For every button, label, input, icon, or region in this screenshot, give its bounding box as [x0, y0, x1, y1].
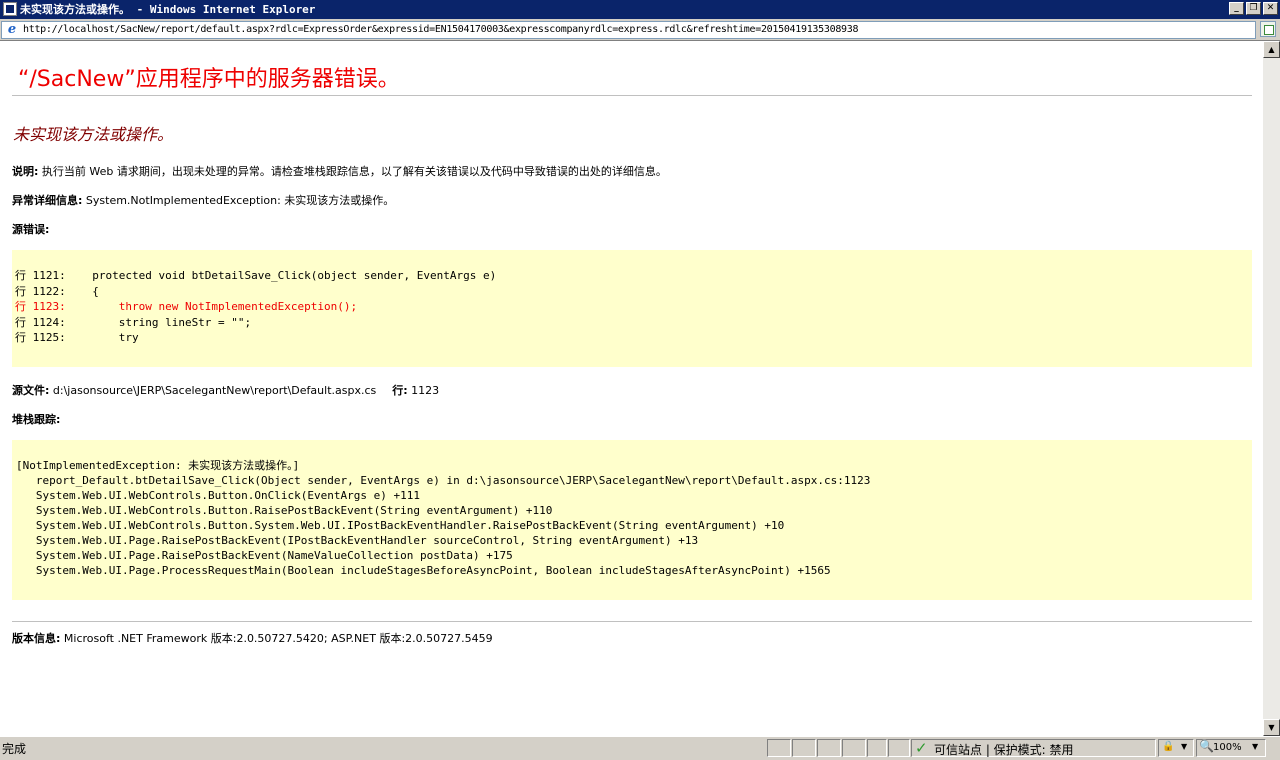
restore-button[interactable]: ❐ [1246, 2, 1261, 15]
status-pane [842, 739, 866, 757]
line-number: 1123 [407, 384, 440, 397]
description: 说明: 执行当前 Web 请求期间，出现未处理的异常。请检查堆栈跟踪信息，以了解… [12, 163, 667, 179]
line-label: 行: [392, 384, 408, 397]
security-zone-label: 可信站点 | 保护模式: 禁用 [934, 743, 1074, 757]
stack-line: System.Web.UI.WebControls.Button.System.… [16, 519, 785, 532]
stack-line: System.Web.UI.WebControls.Button.RaisePo… [16, 504, 553, 517]
exception-text: System.NotImplementedException: 未实现该方法或操… [82, 194, 395, 207]
status-bar: 完成 ✓ 可信站点 | 保护模式: 禁用 🔒 ▼ 🔍 100% ▼ [0, 736, 1280, 760]
description-text: 执行当前 Web 请求期间，出现未处理的异常。请检查堆栈跟踪信息，以了解有关该错… [38, 165, 667, 178]
zoom-control[interactable]: 🔍 100% ▼ [1196, 739, 1266, 757]
vertical-scrollbar[interactable]: ▲ ▼ [1263, 41, 1280, 736]
ie-app-icon [3, 2, 17, 16]
source-file-path: d:\jasonsource\JERP\SacelegantNew\report… [49, 384, 377, 397]
exception-details: 异常详细信息: System.NotImplementedException: … [12, 192, 394, 208]
stack-line: System.Web.UI.Page.ProcessRequestMain(Bo… [16, 564, 831, 577]
source-file-label: 源文件: [12, 384, 50, 397]
lock-icon: 🔒 [1162, 741, 1175, 752]
source-error-label: 源错误: [12, 223, 50, 236]
chevron-down-icon: ▼ [1181, 742, 1188, 751]
stack-line: System.Web.UI.Page.RaisePostBackEvent(IP… [16, 534, 699, 547]
status-pane [792, 739, 816, 757]
source-line: 行 1124: string lineStr = ""; [15, 315, 252, 329]
status-pane [888, 739, 910, 757]
address-url[interactable]: http://localhost/SacNew/report/default.a… [23, 22, 859, 38]
ie-page-icon: e [7, 22, 17, 37]
protected-mode-button[interactable]: 🔒 ▼ [1158, 739, 1194, 757]
version-text: Microsoft .NET Framework 版本:2.0.50727.54… [60, 632, 493, 645]
address-field[interactable]: e http://localhost/SacNew/report/default… [1, 21, 1256, 39]
check-icon: ✓ [915, 739, 928, 757]
version-label: 版本信息: [12, 632, 61, 645]
scroll-down-arrow-icon[interactable]: ▼ [1263, 719, 1280, 736]
stack-line: [NotImplementedException: 未实现该方法或操作。] [16, 459, 300, 472]
status-pane [817, 739, 841, 757]
window-title: 未实现该方法或操作。 - Windows Internet Explorer [20, 3, 316, 16]
scrollbar-track[interactable] [1263, 58, 1280, 719]
stack-trace-heading: 堆栈跟踪: [12, 411, 60, 427]
source-code-box: 行 1121: protected void btDetailSave_Clic… [12, 250, 1252, 367]
source-line: 行 1122: { [15, 284, 99, 298]
chevron-down-icon: ▼ [1252, 742, 1259, 751]
status-pane [767, 739, 791, 757]
stack-line: System.Web.UI.Page.RaisePostBackEvent(Na… [16, 549, 513, 562]
page-viewport: “/SacNew”应用程序中的服务器错误。 未实现该方法或操作。 说明: 执行当… [0, 41, 1263, 736]
stack-line: System.Web.UI.WebControls.Button.OnClick… [16, 489, 420, 502]
zoom-magnifier-icon: 🔍 [1199, 739, 1214, 753]
compatibility-view-icon[interactable] [1260, 21, 1276, 37]
exception-label: 异常详细信息: [12, 194, 83, 207]
source-line: 行 1125: try [15, 331, 139, 344]
stack-line: report_Default.btDetailSave_Click(Object… [16, 474, 871, 487]
window-title-bar: 未实现该方法或操作。 - Windows Internet Explorer _… [0, 0, 1280, 19]
source-line: 行 1121: protected void btDetailSave_Clic… [15, 269, 497, 282]
address-bar: e http://localhost/SacNew/report/default… [0, 19, 1280, 41]
divider [12, 95, 1252, 96]
error-title: 未实现该方法或操作。 [13, 125, 174, 144]
source-file: 源文件: d:\jasonsource\JERP\SacelegantNew\r… [12, 382, 439, 398]
security-zone[interactable]: ✓ 可信站点 | 保护模式: 禁用 [911, 739, 1156, 757]
description-label: 说明: [12, 165, 39, 178]
stack-trace-label: 堆栈跟踪: [12, 413, 61, 426]
source-error-heading: 源错误: [12, 221, 49, 237]
stack-trace-box: [NotImplementedException: 未实现该方法或操作。] re… [12, 440, 1252, 600]
minimize-button[interactable]: _ [1229, 2, 1244, 15]
divider [12, 621, 1252, 622]
scroll-up-arrow-icon[interactable]: ▲ [1263, 41, 1280, 58]
version-info: 版本信息: Microsoft .NET Framework 版本:2.0.50… [12, 630, 493, 646]
source-line-error: 行 1123: throw new NotImplementedExceptio… [15, 300, 358, 313]
status-pane [867, 739, 887, 757]
status-text: 完成 [2, 742, 27, 756]
zoom-level: 100% [1213, 742, 1242, 753]
close-button[interactable]: ✕ [1263, 2, 1278, 15]
page-heading: “/SacNew”应用程序中的服务器错误。 [18, 67, 400, 92]
